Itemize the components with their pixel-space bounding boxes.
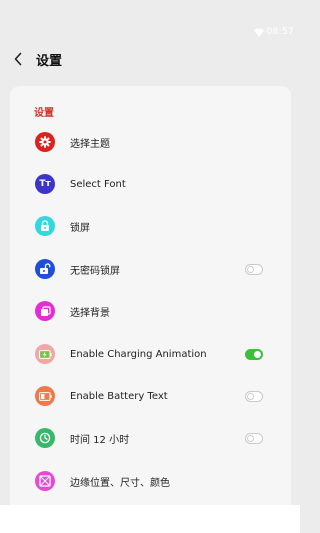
12-hour-time-toggle[interactable] <box>245 432 263 444</box>
chevron-left-icon <box>14 52 22 66</box>
page-title: 设置 <box>36 53 63 69</box>
back-button[interactable] <box>1 40 35 78</box>
setting-label: 选择主题 <box>70 138 110 150</box>
wifi-icon <box>253 28 264 37</box>
copy-icon <box>35 301 55 321</box>
setting-label: 锁屏 <box>70 222 90 234</box>
settings-card: 设置 选择主题 Tт Select Font 锁屏 无密码锁屏 选择背景 Ena… <box>10 86 291 516</box>
battery-icon <box>35 386 55 406</box>
clock-icon <box>35 428 55 448</box>
bottom-area <box>0 505 300 533</box>
toggle-knob <box>254 350 261 358</box>
setting-select-theme[interactable]: 选择主题 <box>10 121 291 163</box>
app-header: 设置 <box>0 40 300 78</box>
status-time: 08:57 <box>266 27 294 37</box>
setting-label: Enable Charging Animation <box>70 348 207 360</box>
unlock-icon <box>35 259 55 279</box>
battery-text-toggle[interactable] <box>245 390 263 402</box>
setting-label: Enable Battery Text <box>70 390 168 402</box>
setting-label: 选择背景 <box>70 307 110 319</box>
setting-charging-animation[interactable]: Enable Charging Animation <box>10 333 291 375</box>
font-icon: Tт <box>35 174 55 194</box>
toggle-knob <box>247 434 254 442</box>
passwordless-lock-toggle[interactable] <box>245 263 263 275</box>
toggle-knob <box>247 265 254 273</box>
lock-icon <box>35 216 55 236</box>
setting-battery-text[interactable]: Enable Battery Text <box>10 375 291 417</box>
gear-icon <box>35 132 55 152</box>
setting-select-font[interactable]: Tт Select Font <box>10 163 291 205</box>
setting-label: Select Font <box>70 178 126 190</box>
setting-edge-position-size-color[interactable]: 边缘位置、尺寸、颜色 <box>10 460 291 502</box>
charging-animation-toggle[interactable] <box>245 348 263 360</box>
setting-label: 时间 12 小时 <box>70 434 130 446</box>
status-indicators: 08:57 <box>253 27 294 37</box>
setting-label: 无密码锁屏 <box>70 265 120 277</box>
frame-icon <box>35 471 55 491</box>
setting-lock-screen[interactable]: 锁屏 <box>10 205 291 247</box>
setting-12-hour-time[interactable]: 时间 12 小时 <box>10 417 291 459</box>
status-bar: 08:57 <box>0 0 300 40</box>
setting-select-background[interactable]: 选择背景 <box>10 290 291 332</box>
setting-label: 边缘位置、尺寸、颜色 <box>70 477 170 489</box>
font-glyph: Tт <box>39 179 51 189</box>
setting-passwordless-lock[interactable]: 无密码锁屏 <box>10 248 291 290</box>
battery-charging-icon <box>35 344 55 364</box>
toggle-knob <box>247 392 254 400</box>
section-title: 设置 <box>34 108 54 119</box>
